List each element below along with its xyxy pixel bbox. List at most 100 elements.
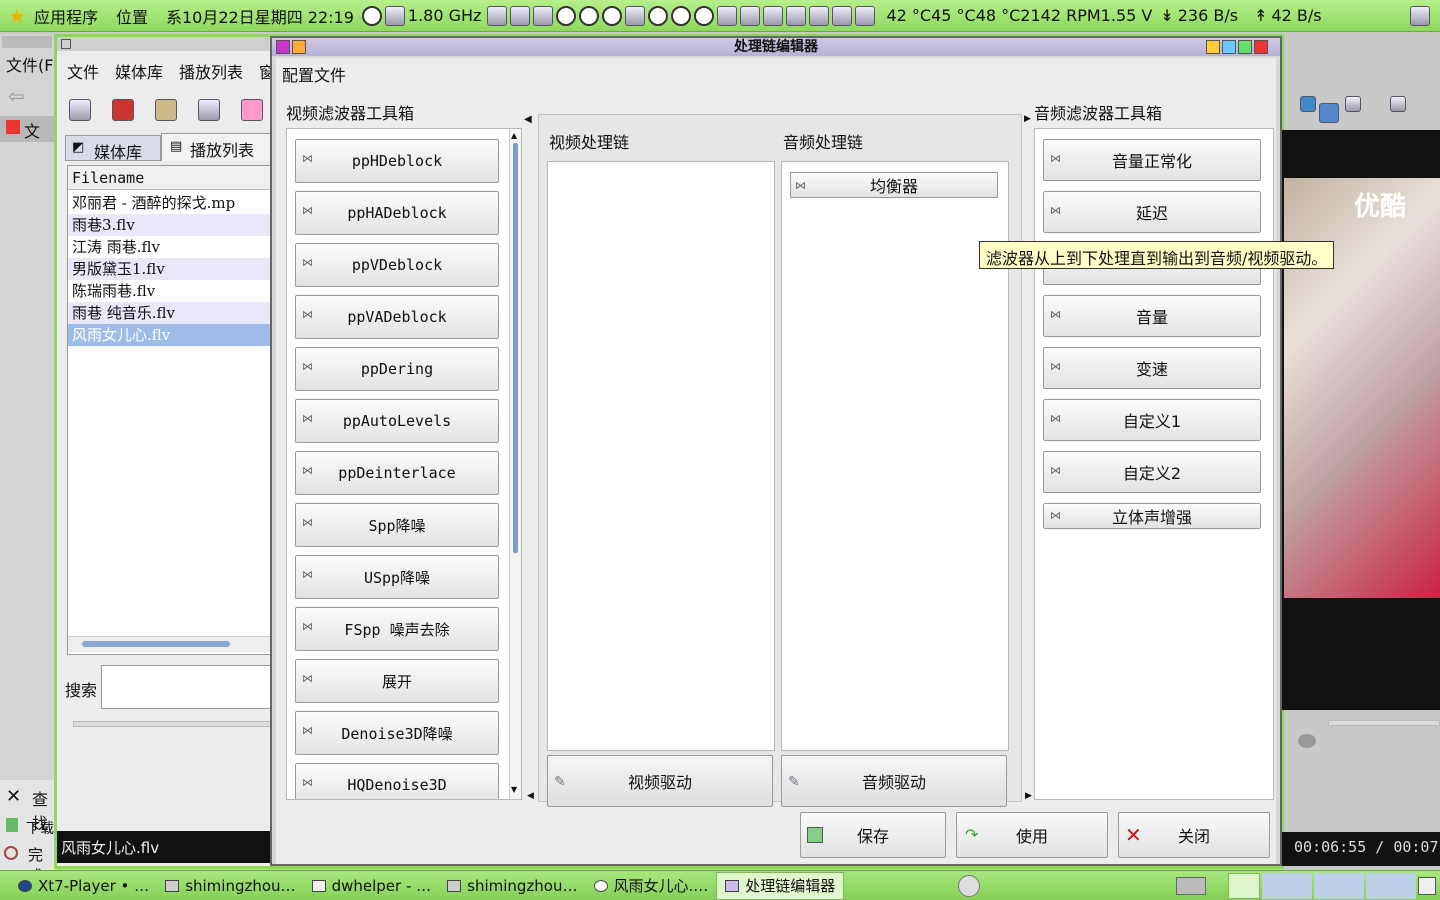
playlist-row-selected[interactable]: 风雨女儿心.flv xyxy=(68,324,274,346)
monitor-icon[interactable] xyxy=(625,5,646,26)
filter-button[interactable]: ⋈ HQDenoise3D xyxy=(295,763,499,799)
workspace-3[interactable] xyxy=(1314,873,1364,899)
menu-library[interactable]: 媒体库 xyxy=(115,59,163,83)
show-desktop-icon[interactable] xyxy=(1418,877,1436,895)
window-menu-icon[interactable] xyxy=(276,40,290,54)
close-button[interactable]: ✕ 关闭 xyxy=(1118,812,1270,858)
playlist-row[interactable]: 男版黛玉1.flv xyxy=(68,258,274,280)
video-driver-button[interactable]: ✎ 视频驱动 xyxy=(547,755,773,807)
filter-button[interactable]: ⋈ 延迟 xyxy=(1043,191,1261,233)
left-arrow-icon[interactable]: ◀ xyxy=(527,791,534,801)
workspace-4[interactable] xyxy=(1366,873,1416,899)
filter-button[interactable]: ⋈ 音量正常化 xyxy=(1043,139,1261,181)
scroll-down-arrow-icon[interactable]: ▼ xyxy=(511,785,517,794)
network-icon-2[interactable] xyxy=(832,5,853,26)
star-icon[interactable]: ★ xyxy=(8,4,26,28)
network-icon[interactable] xyxy=(487,5,508,26)
scrollbar-thumb[interactable] xyxy=(513,143,518,553)
volume-icon[interactable] xyxy=(361,5,382,26)
logout-icon[interactable] xyxy=(1410,5,1430,26)
video-area[interactable]: 优酷 xyxy=(1282,130,1440,710)
column-header-filename[interactable]: Filename xyxy=(68,166,272,190)
bus-icon[interactable] xyxy=(786,5,807,26)
filter-button[interactable]: ⋈ Denoise3D降噪 xyxy=(295,711,499,755)
filter-button[interactable]: ⋈ ppVADeblock xyxy=(295,295,499,339)
filter-button[interactable]: ⋈ ppDering xyxy=(295,347,499,391)
back-arrow-icon[interactable]: ⇦ xyxy=(8,84,25,108)
clock[interactable]: 10月22日星期四 22:19 xyxy=(182,4,354,28)
browser-icon[interactable] xyxy=(556,5,577,26)
workspace-2[interactable] xyxy=(1262,873,1312,899)
green-circle-icon[interactable] xyxy=(602,5,623,26)
save-button[interactable]: 保存 xyxy=(800,812,946,858)
tab-library[interactable]: ◩ 媒体库 xyxy=(65,135,161,162)
scroll-up-arrow-icon[interactable]: ▲ xyxy=(511,131,517,140)
chart-icon[interactable] xyxy=(763,5,784,26)
task-xt7-player[interactable]: Xt7-Player • … xyxy=(10,872,157,900)
menu-playlist[interactable]: 播放列表 xyxy=(179,59,243,83)
workspace-1[interactable] xyxy=(1228,873,1260,899)
download-label[interactable]: 下载 xyxy=(26,818,54,838)
clipboard-icon[interactable] xyxy=(855,5,876,26)
speaker-icon[interactable] xyxy=(1298,734,1316,748)
audio-driver-button[interactable]: ✎ 音频驱动 xyxy=(781,755,1007,807)
filter-button[interactable]: ⋈ ppAutoLevels xyxy=(295,399,499,443)
filter-button[interactable]: ⋈ FSpp 噪声去除 xyxy=(295,607,499,651)
close-icon[interactable]: ✕ xyxy=(6,786,21,807)
apply-button[interactable]: ↷ 使用 xyxy=(956,812,1108,858)
edit-note-icon[interactable] xyxy=(69,99,91,121)
applications-menu[interactable]: 应用程序 xyxy=(34,4,98,28)
filter-button[interactable]: ⋈ ppHDeblock xyxy=(295,139,499,183)
window-menu-icon[interactable] xyxy=(61,39,71,49)
edit-icon[interactable] xyxy=(533,5,554,26)
settings-icon[interactable] xyxy=(241,99,263,121)
flag-blue-icon[interactable] xyxy=(1300,96,1316,112)
filter-button[interactable]: ⋈ ppDeinterlace xyxy=(295,451,499,495)
pin-icon[interactable] xyxy=(292,40,306,54)
globe-icon[interactable] xyxy=(579,5,600,26)
task-chain-editor[interactable]: 处理链编辑器 xyxy=(716,871,845,900)
filter-button[interactable]: ⋈ Spp降噪 xyxy=(295,503,499,547)
screens-icon[interactable] xyxy=(198,99,220,121)
pen-icon[interactable] xyxy=(740,5,761,26)
filter-button[interactable]: ⋈ 变速 xyxy=(1043,347,1261,389)
play-icon-2[interactable] xyxy=(671,5,692,26)
task-terminal-2[interactable]: shimingzhou… xyxy=(439,872,585,900)
audio-chain-list[interactable]: ⋈ 均衡器 xyxy=(781,161,1009,751)
cd-icon[interactable] xyxy=(958,875,980,897)
background-tab[interactable]: 文 xyxy=(0,116,56,142)
playlist-row[interactable]: 陈瑞雨巷.flv xyxy=(68,280,274,302)
tab-playlist[interactable]: ▤ 播放列表 xyxy=(161,133,271,161)
printer-icon[interactable] xyxy=(510,5,531,26)
vertical-scrollbar[interactable]: ▲ ▼ xyxy=(509,129,521,799)
right-arrow-icon[interactable]: ▶ xyxy=(1025,791,1032,801)
maximize-icon[interactable] xyxy=(1238,40,1252,54)
chain-item-equalizer[interactable]: ⋈ 均衡器 xyxy=(790,172,998,198)
shade-icon[interactable] xyxy=(1206,40,1220,54)
filter-button[interactable]: ⋈ 自定义1 xyxy=(1043,399,1261,441)
background-file-menu[interactable]: 文件(F xyxy=(6,52,53,76)
tool-icon[interactable] xyxy=(717,5,738,26)
collapse-right-arrow-icon[interactable]: ▶ xyxy=(1024,114,1031,124)
filter-button[interactable]: ⋈ 自定义2 xyxy=(1043,451,1261,493)
play-icon[interactable] xyxy=(648,5,669,26)
filter-button[interactable]: ⋈ 展开 xyxy=(295,659,499,703)
places-menu[interactable]: 位置 xyxy=(116,4,148,28)
task-terminal-1[interactable]: shimingzhou… xyxy=(157,872,303,900)
horizontal-scrollbar[interactable] xyxy=(68,636,272,652)
filter-button[interactable]: ⋈ ppHADeblock xyxy=(295,191,499,235)
task-video-file[interactable]: 风雨女儿心.… xyxy=(586,872,717,900)
task-dwhelper[interactable]: dwhelper - … xyxy=(304,872,440,900)
system-menu[interactable]: 系 xyxy=(166,4,182,28)
filter-button[interactable]: ⋈ USpp降噪 xyxy=(295,555,499,599)
network-manager-icon[interactable] xyxy=(809,5,830,26)
list-view-icon[interactable] xyxy=(1390,96,1406,112)
caption-icon[interactable] xyxy=(1345,96,1361,112)
scrollbar-thumb[interactable] xyxy=(82,641,230,647)
folder-icon[interactable] xyxy=(155,99,177,121)
playlist-row[interactable]: 雨巷3.flv xyxy=(68,214,274,236)
playlist-row[interactable]: 江涛 雨巷.flv xyxy=(68,236,274,258)
menu-profile[interactable]: 配置文件 xyxy=(282,62,346,86)
menu-file[interactable]: 文件 xyxy=(67,59,99,83)
playlist-row[interactable]: 雨巷 纯音乐.flv xyxy=(68,302,274,324)
